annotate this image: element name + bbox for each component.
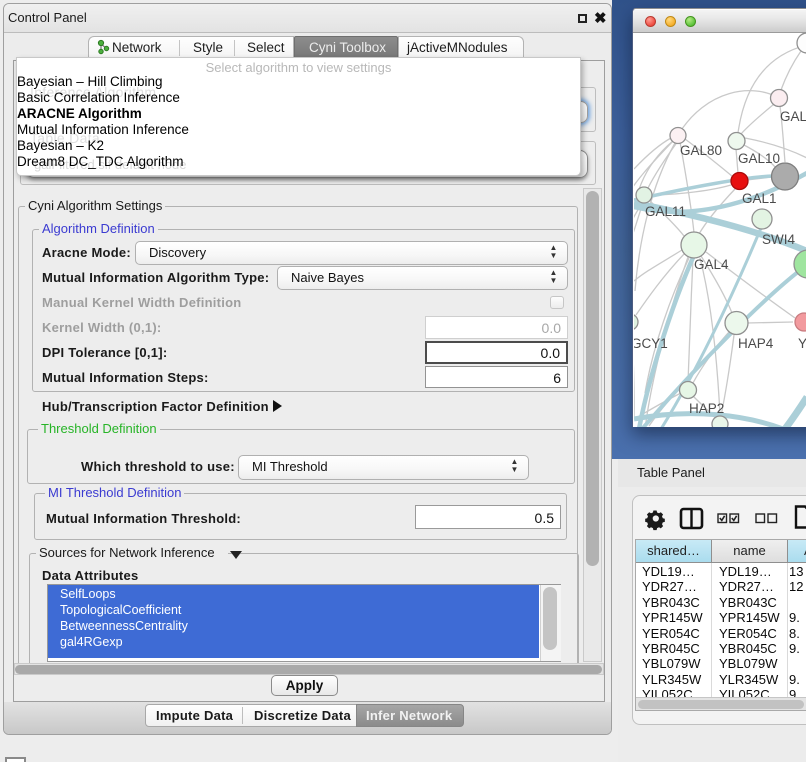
svg-text:GAL1: GAL1 bbox=[742, 191, 777, 206]
svg-text:GAL80: GAL80 bbox=[680, 143, 722, 158]
svg-text:HAP4: HAP4 bbox=[738, 336, 774, 351]
svg-text:GCY1: GCY1 bbox=[634, 336, 668, 351]
svg-text:GAL4: GAL4 bbox=[694, 257, 729, 272]
svg-text:GAL10: GAL10 bbox=[738, 151, 780, 166]
svg-text:GAL11: GAL11 bbox=[645, 204, 686, 219]
svg-text:HAP2: HAP2 bbox=[689, 401, 724, 416]
svg-text:GAL7: GAL7 bbox=[780, 109, 806, 124]
svg-text:Y: Y bbox=[798, 336, 806, 351]
svg-text:SWI4: SWI4 bbox=[762, 232, 795, 247]
